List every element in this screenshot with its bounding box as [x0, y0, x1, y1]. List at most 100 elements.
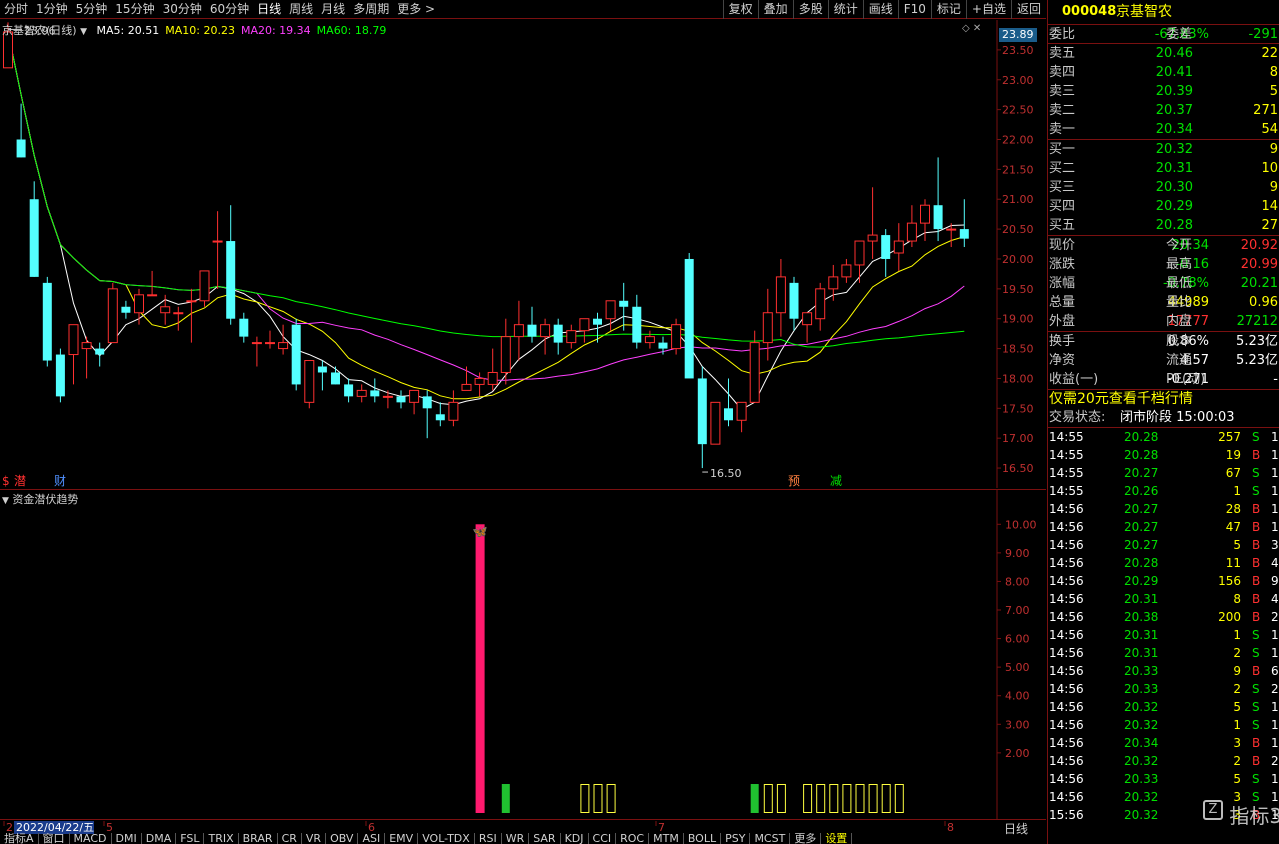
indicator-tab-24[interactable]: 更多: [790, 833, 822, 844]
stock-name: 京基智农: [1116, 4, 1172, 20]
candle: [239, 312, 249, 343]
buy-price: 20.29: [1155, 199, 1193, 214]
sell-row-3[interactable]: 卖二 20.37 271: [1048, 101, 1279, 120]
sell-volume: 22: [1261, 46, 1278, 61]
candlestick-svg[interactable]: 23.50 23.00 22.50 22.00 21.50 21.00 20.50 20.00…: [0, 20, 1046, 488]
indicator-tab-0[interactable]: 指标A: [0, 833, 39, 844]
indicator-tab-20[interactable]: MTM: [649, 833, 684, 844]
date-axis: 2022/04/22/五 5 6 7 8 2: [0, 819, 1046, 834]
period-0[interactable]: 分时: [0, 0, 32, 18]
sell-orders: 卖五 20.46 22 卖四 20.41 8 卖三 20.39 5 卖二 20.37 271 卖一 20.…: [1048, 43, 1279, 139]
tick-volume: 2: [1233, 754, 1241, 768]
candle: [199, 270, 210, 307]
toolbar-button-4[interactable]: 画线: [862, 0, 898, 19]
indicator-dropdown-icon[interactable]: ▼: [2, 496, 9, 506]
indicator-tab-21[interactable]: BOLL: [684, 833, 722, 844]
indicator-tab-6[interactable]: TRIX: [204, 833, 239, 844]
indicator-tab-2[interactable]: MACD: [70, 833, 112, 844]
period-side-label[interactable]: 日线: [1004, 820, 1028, 837]
period-10[interactable]: 更多 >: [393, 0, 439, 18]
indicator-svg[interactable]: 10.00 9.00 8.00 7.00 6.00 5.00 4.00 3.00 2.00 🦋: [0, 490, 1046, 820]
promo-link[interactable]: 仅需20元查看千档行情: [1049, 390, 1193, 409]
tick-direction: S: [1252, 682, 1260, 696]
period-7[interactable]: 周线: [285, 0, 317, 18]
period-9[interactable]: 多周期: [349, 0, 393, 18]
event-marker-4: 减: [830, 474, 842, 488]
tick-count: 1: [1271, 646, 1279, 660]
indicator-tab-25[interactable]: 设置: [821, 833, 853, 844]
sell-volume: 54: [1261, 122, 1278, 137]
toolbar-button-2[interactable]: 多股: [792, 0, 828, 19]
indicator-tab-14[interactable]: RSI: [475, 833, 502, 844]
indicator-tab-18[interactable]: CCI: [589, 833, 617, 844]
indicator-tab-19[interactable]: ROC: [616, 833, 650, 844]
indicator-tab-12[interactable]: EMV: [385, 833, 419, 844]
sell-row-0[interactable]: 卖五 20.46 22: [1048, 44, 1279, 63]
fund-label: 换手: [1049, 334, 1076, 349]
tick-row: 14:56 20.33 5 S 1: [1048, 770, 1279, 788]
fund-row-0: 换手 0.86% 股本 5.23亿: [1048, 332, 1279, 351]
main-chart[interactable]: 23.50 23.00 22.50 22.00 21.50 21.00 20.50 20.00…: [0, 20, 1046, 488]
sell-price: 20.46: [1155, 46, 1193, 61]
period-8[interactable]: 月线: [317, 0, 349, 18]
ma-label-0: MA5: 20.51: [96, 24, 160, 37]
watermark-logo-icon: Z: [1203, 800, 1223, 820]
toolbar-button-1[interactable]: 叠加: [757, 0, 793, 19]
tick-row: 14:56 20.27 5 B 3: [1048, 536, 1279, 554]
sell-row-1[interactable]: 卖四 20.41 8: [1048, 63, 1279, 82]
candle: [867, 187, 878, 259]
tick-direction: B: [1252, 538, 1261, 552]
weibi-label: 委比: [1049, 27, 1076, 42]
indicator-tab-1[interactable]: 窗口: [39, 833, 70, 844]
tick-volume: 1: [1233, 718, 1241, 732]
buy-row-0[interactable]: 买一 20.32 9: [1048, 140, 1279, 159]
buy-row-1[interactable]: 买二 20.31 10: [1048, 159, 1279, 178]
promo-row[interactable]: 仅需20元查看千档行情: [1048, 389, 1279, 408]
toolbar-button-3[interactable]: 统计: [827, 0, 863, 19]
buy-row-3[interactable]: 买四 20.29 14: [1048, 197, 1279, 216]
price-tick-label: 23.50: [1002, 44, 1034, 57]
period-6[interactable]: 日线: [253, 0, 285, 18]
indicator-tab-7[interactable]: BRAR: [239, 833, 278, 844]
indicator-chart[interactable]: 10.00 9.00 8.00 7.00 6.00 5.00 4.00 3.00 2.00 🦋 ▼…: [0, 489, 1046, 820]
indicator-tab-9[interactable]: VR: [302, 833, 327, 844]
toolbar-button-6[interactable]: 标记: [930, 0, 966, 19]
toolbar-button-8[interactable]: 返回: [1010, 0, 1046, 19]
ma-arrow-icon[interactable]: ▼: [80, 27, 87, 37]
tick-price: 20.27: [1124, 502, 1159, 516]
tick-list[interactable]: 14:55 20.28 257 S 1 14:55 20.28 19 B 1 14:55 20.27 6…: [1048, 427, 1279, 824]
indicator-tab-23[interactable]: MCST: [750, 833, 791, 844]
indicator-tab-16[interactable]: SAR: [529, 833, 561, 844]
sell-row-4[interactable]: 卖一 20.34 54: [1048, 120, 1279, 139]
candle: [409, 389, 420, 415]
price-badge-text: 23.89: [1002, 28, 1034, 41]
indicator-tab-5[interactable]: FSL: [176, 833, 205, 844]
indicator-tab-13[interactable]: VOL-TDX: [418, 833, 475, 844]
signal-bar: [842, 784, 852, 813]
candle: [291, 318, 301, 391]
period-5[interactable]: 60分钟: [206, 0, 253, 18]
indicator-tab-3[interactable]: DMI: [112, 833, 142, 844]
tick-price: 20.31: [1124, 592, 1159, 606]
period-2[interactable]: 5分钟: [72, 0, 112, 18]
buy-row-4[interactable]: 买五 20.28 27: [1048, 216, 1279, 235]
sell-row-2[interactable]: 卖三 20.39 5: [1048, 82, 1279, 101]
indicator-tab-4[interactable]: DMA: [142, 833, 177, 844]
indicator-tab-22[interactable]: PSY: [721, 833, 751, 844]
period-4[interactable]: 30分钟: [159, 0, 206, 18]
toolbar-button-7[interactable]: +自选: [965, 0, 1011, 19]
indicator-tab-10[interactable]: OBV: [326, 833, 359, 844]
indicator-tab-15[interactable]: WR: [502, 833, 530, 844]
toolbar-button-5[interactable]: F10: [897, 0, 931, 19]
buy-row-2[interactable]: 买三 20.30 9: [1048, 178, 1279, 197]
sell-volume: 271: [1253, 103, 1278, 118]
chart-settings-icons[interactable]: ◇ ✕: [962, 23, 981, 34]
indicator-tab-11[interactable]: ASI: [358, 833, 386, 844]
period-1[interactable]: 1分钟: [32, 0, 72, 18]
tick-price: 20.32: [1124, 754, 1159, 768]
spike-bar: [475, 524, 485, 813]
indicator-tab-17[interactable]: KDJ: [561, 833, 589, 844]
toolbar-button-0[interactable]: 复权: [722, 0, 758, 19]
period-3[interactable]: 15分钟: [111, 0, 158, 18]
indicator-tab-8[interactable]: CR: [278, 833, 302, 844]
